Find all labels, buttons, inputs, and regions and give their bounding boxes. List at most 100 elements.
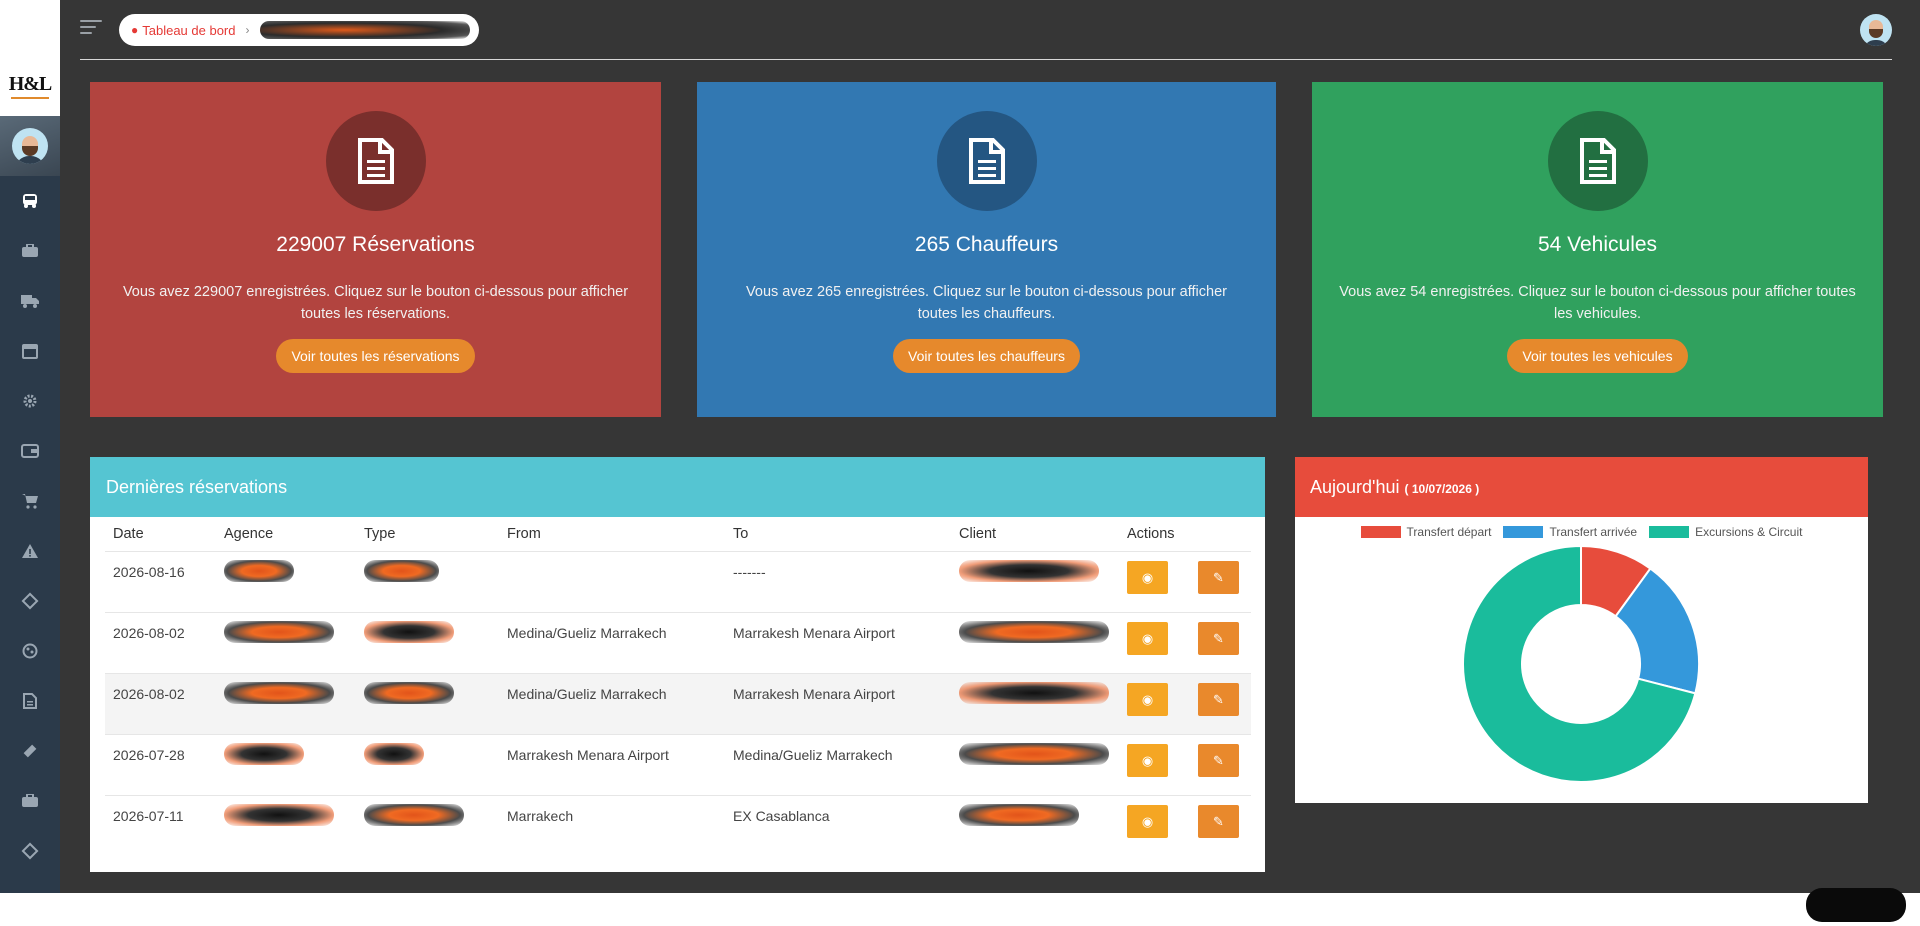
- cell-to: Marrakesh Menara Airport: [725, 611, 951, 673]
- cell-client-redacted: [951, 611, 1119, 673]
- cell-from: Marrakesh Menara Airport: [499, 733, 725, 795]
- table-row: 2026-08-16 ------- ◉ ✎: [105, 550, 1251, 612]
- document-icon: [357, 138, 394, 184]
- col-type: Type: [364, 525, 396, 542]
- view-reservations-button[interactable]: Voir toutes les réservations: [276, 339, 475, 373]
- drivers-card-icon-circle: [936, 111, 1037, 211]
- breadcrumb-home-link[interactable]: Tableau de bord: [142, 23, 235, 38]
- col-from: From: [507, 525, 541, 542]
- calendar-icon[interactable]: [0, 331, 60, 371]
- donut-chart: [1462, 547, 1700, 783]
- cell-from: Medina/Gueliz Marrakech: [499, 611, 725, 673]
- today-chart-date: ( 10/07/2026 ): [1404, 482, 1480, 496]
- table-row: 2026-08-02 Medina/Gueliz Marrakech Marra…: [105, 611, 1251, 673]
- table-header-row: Date Agence Type From To Client Actions: [105, 517, 1251, 551]
- reservations-card-title: 229007 Réservations: [276, 233, 475, 256]
- coupon-icon[interactable]: [0, 831, 60, 871]
- truck-icon[interactable]: [0, 281, 60, 321]
- legend-label: Excursions & Circuit: [1695, 525, 1803, 539]
- table-row: 2026-08-02 Medina/Gueliz Marrakech Marra…: [105, 672, 1251, 734]
- tag-icon[interactable]: [0, 731, 60, 771]
- legend-item[interactable]: Transfert arrivée: [1503, 525, 1637, 539]
- legend-label: Transfert départ: [1406, 525, 1492, 539]
- cell-agence-redacted: [216, 733, 356, 795]
- view-eye-icon[interactable]: ◉: [1127, 804, 1168, 838]
- sidebar-top-spacer: [0, 0, 60, 56]
- cell-client-redacted: [951, 672, 1119, 734]
- latest-reservations-panel: Dernières réservations Date Agence Type …: [90, 457, 1265, 872]
- redacted-overlay: [1806, 888, 1906, 922]
- legend-swatch: [1649, 526, 1690, 538]
- breadcrumb-separator-icon: ›: [245, 23, 250, 37]
- document-icon[interactable]: [0, 681, 60, 721]
- menu-toggle-icon[interactable]: [80, 20, 102, 38]
- brand-logo[interactable]: H&L: [0, 56, 60, 116]
- app-window: H&L ● Tableau de bord › 229007 Réservati…: [0, 0, 1920, 922]
- breadcrumb-redacted: [259, 21, 470, 39]
- edit-icon[interactable]: ✎: [1198, 621, 1239, 655]
- legend-item[interactable]: Transfert départ: [1360, 525, 1492, 539]
- col-agence: Agence: [224, 525, 274, 542]
- cell-actions: ◉ ✎: [1119, 611, 1251, 673]
- edit-icon[interactable]: ✎: [1198, 804, 1239, 838]
- reservations-card-desc: Vous avez 229007 enregistrées. Cliquez s…: [122, 284, 629, 322]
- cell-date: 2026-08-16: [105, 550, 216, 612]
- warning-icon[interactable]: [0, 531, 60, 571]
- cell-date: 2026-08-02: [105, 672, 216, 734]
- briefcase-icon[interactable]: [0, 231, 60, 271]
- sidebar-avatar[interactable]: [0, 116, 60, 176]
- cell-actions: ◉ ✎: [1119, 733, 1251, 795]
- cell-agence-redacted: [216, 550, 356, 612]
- document-icon: [1579, 138, 1616, 184]
- cell-type-redacted: [356, 550, 499, 612]
- ticket-icon[interactable]: [0, 581, 60, 621]
- col-client: Client: [959, 525, 997, 542]
- cell-date: 2026-07-28: [105, 733, 216, 795]
- view-eye-icon[interactable]: ◉: [1127, 682, 1168, 716]
- cell-to: Medina/Gueliz Marrakech: [725, 733, 951, 795]
- box-icon[interactable]: [0, 781, 60, 821]
- drivers-card-desc: Vous avez 265 enregistrées. Cliquez sur …: [746, 284, 1227, 322]
- cell-actions: ◉ ✎: [1119, 672, 1251, 734]
- breadcrumb: ● Tableau de bord ›: [119, 14, 479, 46]
- drivers-card-title: 265 Chauffeurs: [914, 233, 1059, 256]
- cell-type-redacted: [356, 794, 499, 856]
- palette-icon[interactable]: [0, 631, 60, 671]
- edit-icon[interactable]: ✎: [1198, 560, 1239, 594]
- logo-underline: [11, 97, 49, 99]
- cell-actions: ◉ ✎: [1119, 550, 1251, 612]
- bus-icon[interactable]: [0, 181, 60, 221]
- cell-agence-redacted: [216, 794, 356, 856]
- cart-icon[interactable]: [0, 481, 60, 521]
- vehicles-card: 54 Vehicules Vous avez 54 enregistrées. …: [1312, 82, 1883, 417]
- wallet-icon[interactable]: [0, 431, 60, 471]
- col-actions: Actions: [1127, 525, 1175, 542]
- edit-icon[interactable]: ✎: [1198, 682, 1239, 716]
- reservations-table: Date Agence Type From To Client Actions …: [105, 517, 1251, 856]
- view-vehicles-button[interactable]: Voir toutes les vehicules: [1507, 339, 1688, 373]
- col-date: Date: [113, 525, 144, 542]
- today-chart-title: Aujourd'hui: [1310, 477, 1400, 497]
- gear-icon[interactable]: [0, 381, 60, 421]
- topbar-divider: [80, 59, 1892, 60]
- cell-type-redacted: [356, 672, 499, 734]
- legend-item[interactable]: Excursions & Circuit: [1649, 525, 1802, 539]
- cell-type-redacted: [356, 733, 499, 795]
- legend-swatch: [1503, 526, 1544, 538]
- cell-to: EX Casablanca: [725, 794, 951, 856]
- cell-client-redacted: [951, 794, 1119, 856]
- user-avatar-icon: [12, 128, 48, 164]
- edit-icon[interactable]: ✎: [1198, 743, 1239, 777]
- view-drivers-button[interactable]: Voir toutes les chauffeurs: [893, 339, 1080, 373]
- view-eye-icon[interactable]: ◉: [1127, 560, 1168, 594]
- cell-agence-redacted: [216, 611, 356, 673]
- vehicles-card-desc: Vous avez 54 enregistrées. Cliquez sur l…: [1339, 284, 1856, 322]
- view-eye-icon[interactable]: ◉: [1127, 743, 1168, 777]
- today-chart-panel: Aujourd'hui ( 10/07/2026 ) Transfert dép…: [1295, 457, 1868, 803]
- cell-client-redacted: [951, 733, 1119, 795]
- bus-icon: ●: [131, 23, 139, 37]
- cell-client-redacted: [951, 550, 1119, 612]
- cell-date: 2026-08-02: [105, 611, 216, 673]
- view-eye-icon[interactable]: ◉: [1127, 621, 1168, 655]
- user-avatar[interactable]: [1860, 14, 1892, 46]
